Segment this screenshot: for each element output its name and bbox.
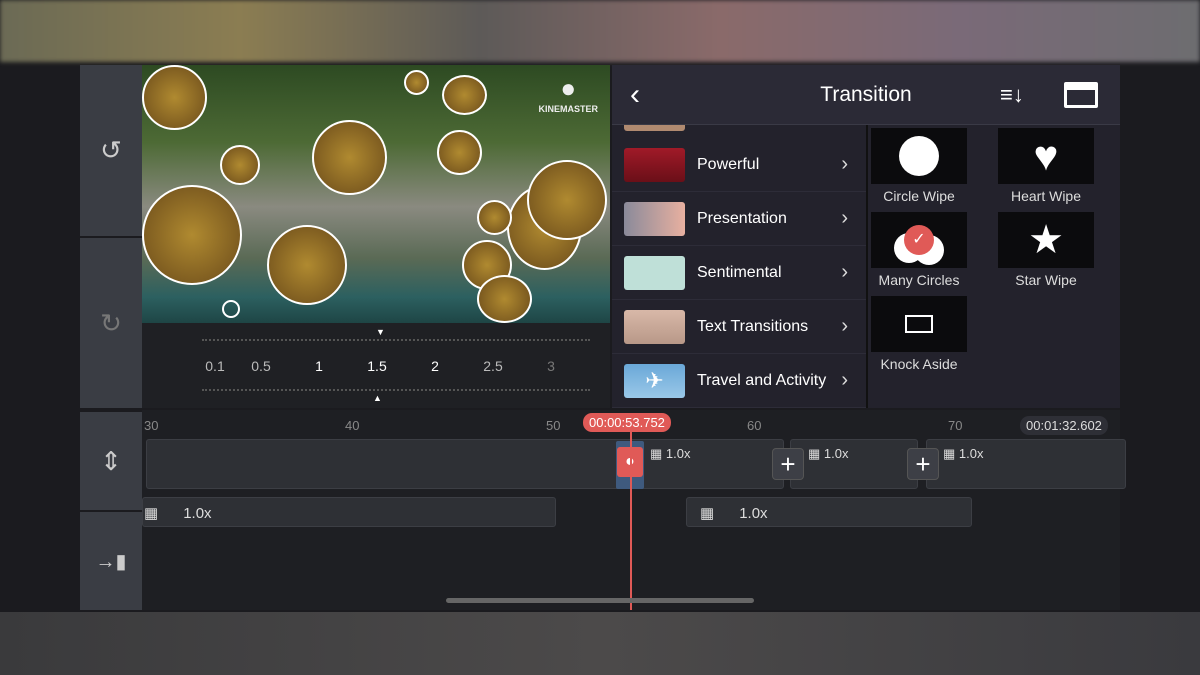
panel-title: Transition: [820, 82, 912, 106]
horizontal-scrollbar[interactable]: [446, 598, 754, 603]
category-sentimental[interactable]: Sentimental ›: [612, 246, 866, 300]
video-preview[interactable]: ● KINEMASTER: [142, 65, 610, 323]
speed-tick: 2: [431, 358, 439, 374]
ruler-label: 40: [345, 418, 360, 433]
blurred-background-top: [0, 0, 1200, 62]
speed-tick: 1: [315, 358, 323, 374]
playhead[interactable]: [630, 424, 632, 610]
ruler-label: 60: [747, 418, 762, 433]
redo-icon: ↻: [100, 307, 122, 338]
ruler-label: 70: [948, 418, 963, 433]
transition-label: Many Circles: [878, 272, 960, 288]
speed-marker-top-icon: ▼: [376, 327, 385, 337]
powerful-thumbnail: [624, 147, 685, 182]
transition-label: Knock Aside: [880, 356, 958, 372]
selected-check-icon: ✓: [904, 225, 934, 255]
add-transition-button[interactable]: +: [907, 448, 939, 480]
transition-many-circles[interactable]: ✓ Many Circles: [871, 212, 967, 288]
add-transition-button[interactable]: +: [772, 448, 804, 480]
undo-icon: ↺: [100, 135, 122, 165]
circle-icon: [899, 136, 939, 176]
speed-tick-selected: 1.5: [367, 358, 387, 374]
transition-knock-aside[interactable]: Knock Aside: [871, 296, 967, 372]
audio-speed: ▦ 1.0x: [700, 505, 768, 522]
category-label: Sentimental: [697, 263, 782, 281]
timeline[interactable]: 30 40 50 60 70 00:01:32.602 ▦ 1.0x ▦ 1.0…: [142, 410, 1126, 610]
back-button[interactable]: ‹: [630, 78, 640, 112]
chevron-right-icon: ›: [841, 369, 848, 391]
knock-aside-icon: [905, 315, 933, 333]
speed-tick: 0.1: [205, 358, 225, 374]
transition-label: Star Wipe: [1015, 272, 1077, 288]
category-label: Travel and Activity: [697, 371, 827, 389]
track-height-button[interactable]: ⇕: [80, 412, 142, 510]
clip-speed: ▦ 1.0x: [808, 446, 849, 461]
speed-tick: 3: [547, 358, 555, 374]
category-label: Presentation: [697, 209, 787, 227]
blurred-background-bottom: [0, 612, 1200, 675]
ruler-label: 30: [144, 418, 159, 433]
transition-panel: ‹ Transition ≡↓ Powerful › Presentation › …: [612, 65, 1120, 408]
text-transitions-thumbnail: [624, 309, 685, 344]
jump-to-end-button[interactable]: →▮: [80, 512, 142, 610]
chevron-right-icon: ›: [841, 261, 848, 283]
category-presentation[interactable]: Presentation ›: [612, 192, 866, 246]
transition-label: Heart Wipe: [1010, 188, 1082, 204]
heart-icon: ♥: [1033, 132, 1059, 179]
category-label: Text Transitions: [697, 317, 809, 335]
star-icon: ★: [1028, 218, 1064, 262]
track-height-icon: ⇕: [100, 445, 122, 476]
jump-to-end-icon: →▮: [95, 550, 127, 573]
total-duration: 00:01:32.602: [1020, 416, 1108, 435]
store-icon[interactable]: [1064, 81, 1098, 108]
kinemaster-watermark: ● KINEMASTER: [538, 73, 598, 114]
sentimental-thumbnail: [624, 255, 685, 290]
chevron-right-icon: ›: [841, 207, 848, 229]
audio-speed: ▦ 1.0x: [144, 505, 212, 522]
transition-circle-wipe[interactable]: Circle Wipe: [871, 128, 967, 204]
redo-button[interactable]: ↻: [80, 238, 142, 408]
chevron-right-icon: ›: [841, 153, 848, 175]
sort-icon[interactable]: ≡↓: [1000, 82, 1024, 108]
presentation-thumbnail: [624, 201, 685, 236]
transition-heart-wipe[interactable]: ♥ Heart Wipe: [998, 128, 1094, 204]
category-text-transitions[interactable]: Text Transitions ›: [612, 300, 866, 354]
undo-button[interactable]: ↺: [80, 65, 142, 236]
category-label: Powerful: [697, 155, 760, 173]
chevron-right-icon: ›: [841, 315, 848, 337]
clip-speed: ▦ 1.0x: [650, 446, 691, 461]
ruler-label: 50: [546, 418, 561, 433]
speed-tick: 2.5: [483, 358, 503, 374]
clip-speed: ▦ 1.0x: [943, 446, 984, 461]
speed-tick: 0.5: [251, 358, 271, 374]
speed-marker-bottom-icon: ▲: [373, 393, 382, 403]
speed-slider[interactable]: ▼ 0.1 0.5 1 1.5 2 2.5 3 ▲: [142, 323, 610, 408]
playhead-time: 00:00:53.752: [583, 413, 671, 432]
transition-star-wipe[interactable]: ★ Star Wipe: [998, 212, 1094, 288]
category-powerful[interactable]: Powerful ›: [612, 138, 866, 192]
transition-label: Circle Wipe: [883, 188, 955, 204]
category-travel-and-activity[interactable]: ✈ Travel and Activity ›: [612, 354, 866, 408]
airplane-icon: ✈: [624, 363, 685, 398]
